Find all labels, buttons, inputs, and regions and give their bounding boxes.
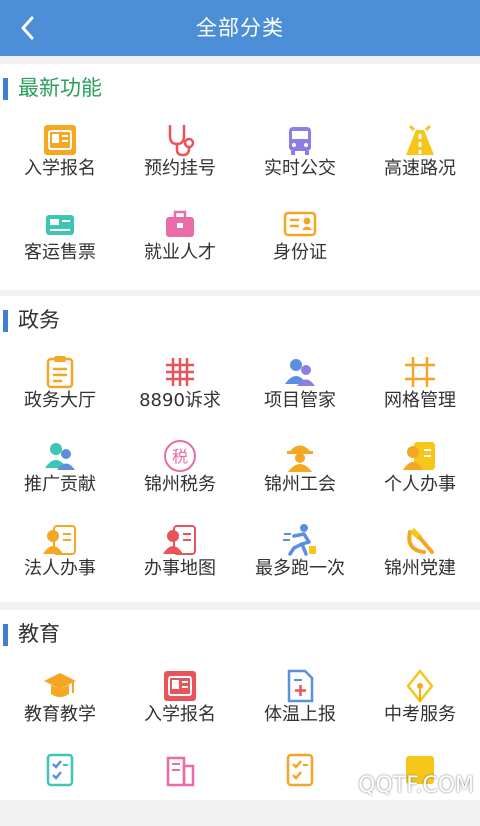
tile-service-map[interactable]: 办事地图 xyxy=(120,512,240,596)
frame-grid-icon xyxy=(402,354,438,390)
tile-union[interactable]: 锦州工会 xyxy=(240,428,360,512)
tile-project[interactable]: 项目管家 xyxy=(240,344,360,428)
tile-label: 最多跑一次 xyxy=(255,558,345,579)
tile-label: 预约挂号 xyxy=(144,158,216,179)
tile-id[interactable]: 身份证 xyxy=(240,196,360,280)
tile-label: 教育教学 xyxy=(24,704,96,725)
tile-exam[interactable]: 中考服务 xyxy=(360,658,480,742)
tile-building[interactable] xyxy=(120,742,240,826)
people-icon xyxy=(282,354,318,390)
ticket-icon xyxy=(42,206,78,242)
hammer-sickle-icon xyxy=(402,522,438,558)
tile-label: 锦州税务 xyxy=(144,474,216,495)
tile-label: 法人办事 xyxy=(24,558,96,579)
tile-party[interactable]: 锦州党建 xyxy=(360,512,480,596)
tile-label: 锦州工会 xyxy=(264,474,336,495)
tile-promotion[interactable]: 推广贡献 xyxy=(0,428,120,512)
tile-highway[interactable]: 高速路况 xyxy=(360,112,480,196)
checklist-icon xyxy=(42,752,78,788)
tile-label: 身份证 xyxy=(273,242,327,263)
section-header: 教育 xyxy=(0,610,480,658)
tile-label: 客运售票 xyxy=(24,242,96,263)
tile-temperature[interactable]: 体温上报 xyxy=(240,658,360,742)
tile-label: 推广贡献 xyxy=(24,474,96,495)
worker-icon xyxy=(282,438,318,474)
highway-icon xyxy=(402,122,438,158)
tile-teaching[interactable]: 教育教学 xyxy=(0,658,120,742)
tile-label: 办事地图 xyxy=(144,558,216,579)
tile-appointment[interactable]: 预约挂号 xyxy=(120,112,240,196)
tile-8890[interactable]: 8890诉求 xyxy=(120,344,240,428)
tile-bus[interactable]: 实时公交 xyxy=(240,112,360,196)
tile-label: 就业人才 xyxy=(144,242,216,263)
person-card-icon xyxy=(42,522,78,558)
id-card-icon xyxy=(162,668,198,704)
bus-icon xyxy=(282,122,318,158)
tile-personal[interactable]: 个人办事 xyxy=(360,428,480,512)
section-title: 最新功能 xyxy=(18,76,102,100)
building-icon xyxy=(162,752,198,788)
tile-label: 个人办事 xyxy=(384,474,456,495)
briefcase-icon xyxy=(162,206,198,242)
runner-icon xyxy=(282,522,318,558)
tile-label: 实时公交 xyxy=(264,158,336,179)
people-icon xyxy=(42,438,78,474)
tile-gov-hall[interactable]: 政务大厅 xyxy=(0,344,120,428)
id-card-icon xyxy=(42,122,78,158)
section-education: 教育 教育教学 入学报名 体温上报 中考服务 xyxy=(0,610,480,800)
tile-enrollment-edu[interactable]: 入学报名 xyxy=(120,658,240,742)
identity-card-icon xyxy=(282,206,318,242)
section-header: 最新功能 xyxy=(0,64,480,112)
tile-corporate[interactable]: 法人办事 xyxy=(0,512,120,596)
section-accent-bar xyxy=(3,624,8,646)
tile-label: 8890诉求 xyxy=(139,390,221,411)
section-accent-bar xyxy=(3,310,8,332)
tile-label: 入学报名 xyxy=(144,704,216,725)
tile-label: 高速路况 xyxy=(384,158,456,179)
tile-checklist-2[interactable] xyxy=(240,742,360,826)
grid-hash-icon xyxy=(162,354,198,390)
tile-checklist-1[interactable] xyxy=(0,742,120,826)
person-card-icon xyxy=(402,438,438,474)
section-accent-bar xyxy=(3,78,8,100)
section-title: 政务 xyxy=(18,308,60,332)
tax-icon-glyph: 税 xyxy=(172,447,188,466)
tile-label: 锦州党建 xyxy=(384,558,456,579)
person-card-icon xyxy=(162,522,198,558)
tile-label: 政务大厅 xyxy=(24,390,96,411)
section-header: 政务 xyxy=(0,296,480,344)
tile-grid-mgmt[interactable]: 网格管理 xyxy=(360,344,480,428)
top-app-bar: 全部分类 xyxy=(0,0,480,56)
tile-label: 体温上报 xyxy=(264,704,336,725)
tax-icon: 税 xyxy=(162,438,198,474)
section-latest: 最新功能 入学报名 预约挂号 实时公交 高速路况 客运售票 就业人才 身份证 xyxy=(0,64,480,290)
tile-ticket[interactable]: 客运售票 xyxy=(0,196,120,280)
tile-label: 网格管理 xyxy=(384,390,456,411)
tile-tax[interactable]: 税 锦州税务 xyxy=(120,428,240,512)
section-title: 教育 xyxy=(18,622,60,646)
pen-nib-icon xyxy=(402,668,438,704)
section-government: 政务 政务大厅 8890诉求 项目管家 网格管理 推广贡献 税 锦州税务 锦州工… xyxy=(0,296,480,602)
graduation-cap-icon xyxy=(42,668,78,704)
tile-run-once[interactable]: 最多跑一次 xyxy=(240,512,360,596)
checklist-icon xyxy=(282,752,318,788)
tile-enrollment[interactable]: 入学报名 xyxy=(0,112,120,196)
watermark: QQTF.COM xyxy=(358,773,474,798)
tile-label: 项目管家 xyxy=(264,390,336,411)
tile-jobs[interactable]: 就业人才 xyxy=(120,196,240,280)
tile-label: 入学报名 xyxy=(24,158,96,179)
document-plus-icon xyxy=(282,668,318,704)
tile-label: 中考服务 xyxy=(384,704,456,725)
page-title: 全部分类 xyxy=(196,16,284,40)
clipboard-icon xyxy=(42,354,78,390)
stethoscope-icon xyxy=(162,122,198,158)
